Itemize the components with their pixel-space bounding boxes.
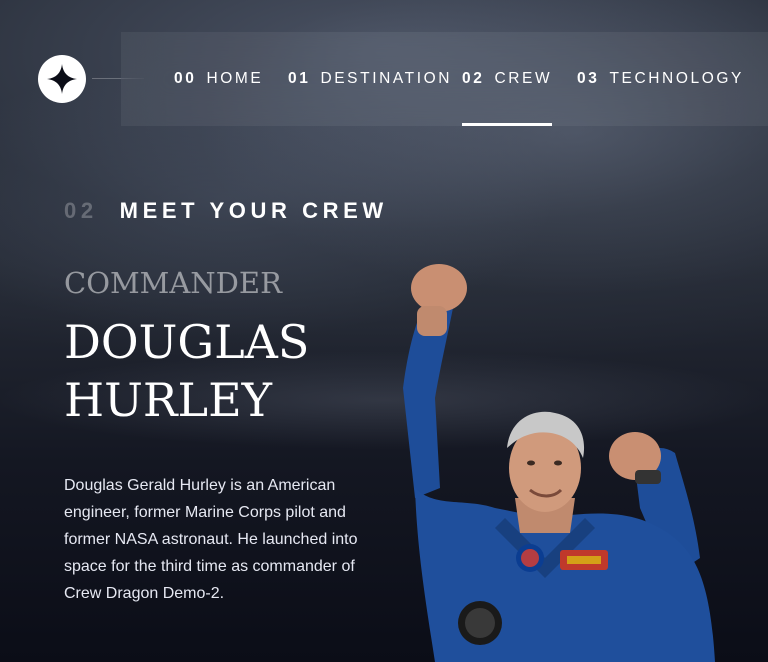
section-title: 02 MEET YOUR CREW <box>64 198 388 224</box>
crew-role: COMMANDER <box>64 266 282 300</box>
nav-item-number: 02 <box>462 70 485 87</box>
nav-item-label: DESTINATION <box>320 70 453 87</box>
crew-member-image <box>403 264 715 662</box>
section-title-text: MEET YOUR CREW <box>119 198 388 223</box>
nav-item-label: CREW <box>494 70 553 87</box>
crew-name-line: DOUGLAS <box>64 315 310 369</box>
crew-bio: Douglas Gerald Hurley is an American eng… <box>64 477 358 602</box>
nav-item-number: 00 <box>174 70 197 87</box>
section-number: 02 <box>64 198 98 223</box>
nav-item-number: 01 <box>288 70 311 87</box>
nav-item-label: HOME <box>206 70 264 87</box>
crew-name-line: HURLEY <box>64 373 273 427</box>
nav-item-number: 03 <box>577 70 600 87</box>
nav-item-label: TECHNOLOGY <box>609 70 744 87</box>
nav-item-technology[interactable]: 03 TECHNOLOGY <box>577 32 744 126</box>
nav-item-destination[interactable]: 01 DESTINATION <box>288 32 452 126</box>
logo[interactable] <box>38 55 86 103</box>
crew-name: DOUGLAS HURLEY <box>64 313 394 429</box>
nav-item-crew[interactable]: 02 CREW <box>462 32 553 126</box>
star-icon <box>47 64 77 94</box>
main-nav: 00 HOME 01 DESTINATION 02 CREW 03 TECHNO… <box>121 32 768 126</box>
nav-item-home[interactable]: 00 HOME <box>174 32 263 126</box>
